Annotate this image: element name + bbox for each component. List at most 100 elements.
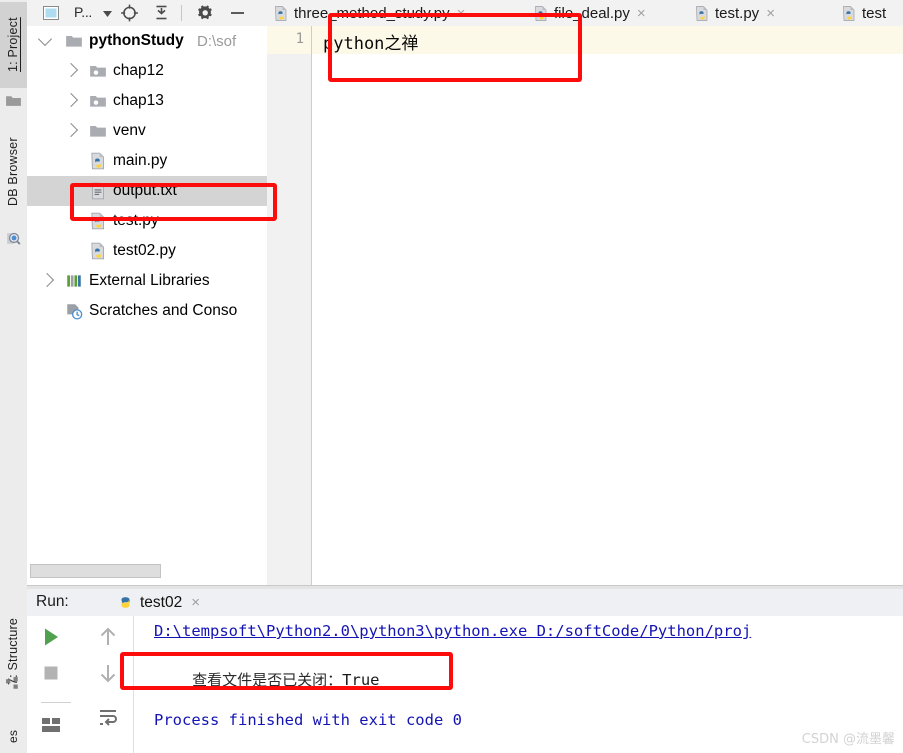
sidebar-item-db-browser[interactable]: DB Browser	[0, 118, 27, 226]
tab-close-icon[interactable]: ×	[457, 5, 466, 22]
gear-icon	[198, 5, 212, 20]
chevron-right-icon[interactable]	[63, 122, 79, 138]
tree-item-scratches[interactable]: Scratches and Conso	[27, 296, 267, 326]
tree-item-chap12[interactable]: chap12	[27, 56, 267, 86]
run-console-output[interactable]: D:\tempsoft\Python2.0\python3\python.exe…	[134, 616, 903, 753]
settings-button[interactable]	[195, 3, 216, 23]
chevron-right-icon[interactable]	[63, 62, 79, 78]
run-title: Run:	[36, 593, 69, 610]
structure-icon	[6, 677, 18, 689]
tree-item-label: output.txt	[113, 182, 177, 199]
tree-item-label: pythonStudy	[89, 32, 184, 49]
tree-item-label: main.py	[113, 152, 168, 169]
tree-item-pythonStudy[interactable]: pythonStudy D:\sof	[27, 26, 267, 56]
project-view-selector[interactable]	[41, 3, 62, 23]
soft-wrap-icon	[100, 710, 117, 726]
hide-panel-button[interactable]	[227, 3, 248, 23]
tab-close-icon[interactable]: ×	[637, 5, 646, 22]
layout-button[interactable]	[38, 712, 64, 738]
tab-label: three_method_study.py	[294, 4, 450, 22]
tree-item-main-py[interactable]: main.py	[27, 146, 267, 176]
tab-label: test.py	[715, 4, 760, 22]
sidebar-item-structure-label: 7: Structure	[6, 617, 20, 685]
sidebar-item-db-browser-label: DB Browser	[6, 137, 20, 207]
left-tool-strip: 1: Project DB Browser 7: Structure es	[0, 0, 28, 753]
tab-file-deal-py[interactable]: file_deal.py ×	[533, 0, 646, 26]
tree-item-label: test.py	[113, 212, 159, 229]
project-toolbar: P...	[27, 0, 267, 27]
python-file-icon	[696, 5, 708, 21]
arrow-up-icon	[100, 627, 116, 645]
tree-item-label: chap12	[113, 62, 164, 79]
run-tab-label: test02	[140, 593, 183, 611]
crosshair-icon	[121, 4, 138, 22]
tree-item-label: test02.py	[113, 242, 176, 259]
sidebar-item-project-label: 1: Project	[6, 17, 20, 73]
project-tool-window: P... pythonStudy D:\sof chap12 chap13 ve…	[27, 0, 268, 585]
tree-item-venv[interactable]: venv	[27, 116, 267, 146]
run-toolbar-secondary	[85, 616, 134, 753]
editor-tab-bar: three_method_study.py × file_deal.py × t…	[267, 0, 903, 27]
tree-item-test02-py[interactable]: test02.py	[27, 236, 267, 266]
project-tree[interactable]: pythonStudy D:\sof chap12 chap13 venv ma…	[27, 26, 267, 561]
minimize-icon	[231, 12, 244, 14]
tab-label: test	[862, 4, 887, 22]
module-folder-icon	[90, 95, 106, 107]
run-tab-close-icon[interactable]: ×	[191, 594, 200, 611]
chevron-right-icon[interactable]	[63, 92, 79, 108]
tab-close-icon[interactable]: ×	[766, 5, 775, 22]
tree-item-label: chap13	[113, 92, 164, 109]
collapse-all-icon	[156, 5, 167, 20]
editor-line-1-text[interactable]: python之禅	[323, 29, 418, 54]
soft-wrap-button[interactable]	[95, 704, 121, 730]
sidebar-item-project[interactable]: 1: Project	[0, 2, 27, 88]
up-button[interactable]	[95, 624, 121, 650]
down-button[interactable]	[95, 660, 121, 686]
editor-gutter: 1	[267, 26, 312, 585]
chevron-right-icon[interactable]	[39, 272, 55, 288]
scroll-from-source-button[interactable]	[119, 3, 140, 23]
toolbar-divider	[181, 5, 182, 21]
gutter-caret-row	[267, 26, 311, 54]
project-selector-label[interactable]: P...	[74, 4, 92, 20]
tree-item-label: External Libraries	[89, 272, 210, 289]
collapse-all-button[interactable]	[151, 3, 172, 23]
play-icon	[45, 628, 58, 646]
console-line-command[interactable]: D:\tempsoft\Python2.0\python3\python.exe…	[154, 622, 751, 640]
tree-item-external-libraries[interactable]: External Libraries	[27, 266, 267, 296]
rerun-button[interactable]	[38, 624, 64, 650]
stop-button[interactable]	[38, 660, 64, 686]
toolbar-divider	[41, 702, 71, 703]
tree-item-label: venv	[113, 122, 146, 139]
console-result-label: 查看文件是否已关闭：	[192, 671, 343, 689]
db-browser-icon	[7, 232, 21, 245]
python-file-icon	[843, 5, 855, 21]
arrow-down-icon	[100, 665, 116, 683]
tree-item-test-py[interactable]: test.py	[27, 206, 267, 236]
module-folder-icon	[90, 65, 106, 77]
sidebar-item-favorites[interactable]: es	[0, 718, 27, 753]
line-number: 1	[295, 31, 304, 47]
python-file-icon	[91, 212, 105, 230]
tree-item-path: D:\sof	[197, 32, 237, 50]
python-file-icon	[91, 152, 105, 170]
tab-three-method-study-py[interactable]: three_method_study.py ×	[273, 0, 465, 26]
tab-test-py[interactable]: test.py ×	[694, 0, 775, 26]
stop-icon	[44, 666, 58, 680]
editor-area[interactable]: 1 python之禅	[267, 26, 903, 585]
chevron-down-icon[interactable]	[37, 31, 53, 47]
tree-item-chap13[interactable]: chap13	[27, 86, 267, 116]
run-tool-window: Run: test02 × D:\tempsoft\Python2.0\pyth…	[27, 589, 903, 753]
run-tab-test02[interactable]: test02 ×	[111, 589, 206, 619]
project-horizontal-scrollbar[interactable]	[27, 562, 267, 578]
scrollbar-thumb[interactable]	[30, 564, 161, 578]
python-file-icon	[275, 5, 287, 21]
tree-item-output-txt[interactable]: output.txt	[27, 176, 267, 206]
text-file-icon	[91, 182, 105, 200]
libraries-icon	[67, 275, 81, 287]
python-file-icon	[535, 5, 547, 21]
console-line-result: 查看文件是否已关闭：True	[154, 651, 379, 708]
tab-test[interactable]: test	[841, 0, 886, 26]
chevron-down-icon[interactable]	[103, 11, 112, 18]
tree-item-label: Scratches and Conso	[89, 302, 238, 319]
